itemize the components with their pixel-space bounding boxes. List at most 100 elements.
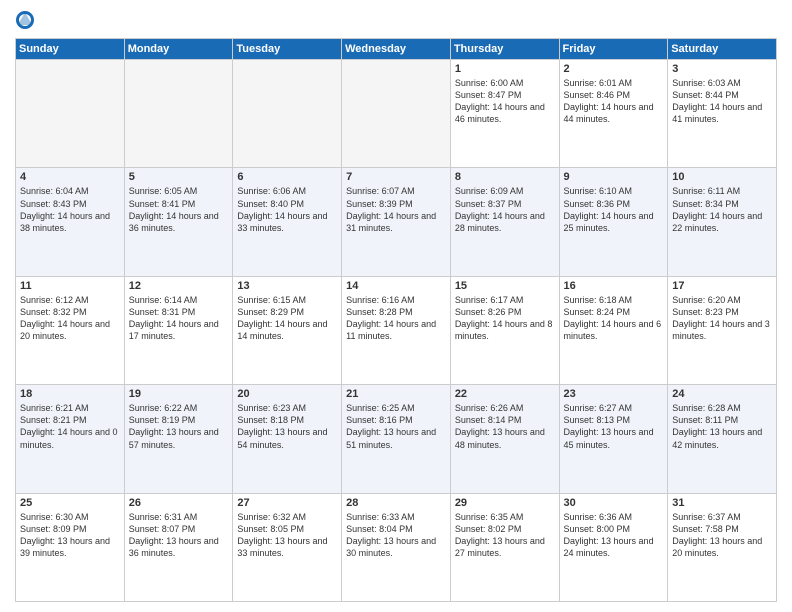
day-cell: 3 Sunrise: 6:03 AMSunset: 8:44 PMDaylight… xyxy=(668,60,777,168)
day-number: 14 xyxy=(346,280,446,292)
day-info: Sunrise: 6:37 AMSunset: 7:58 PMDaylight:… xyxy=(672,511,772,560)
day-info: Sunrise: 6:15 AMSunset: 8:29 PMDaylight:… xyxy=(237,294,337,343)
day-cell xyxy=(16,60,125,168)
day-number: 7 xyxy=(346,171,446,183)
day-cell: 18 Sunrise: 6:21 AMSunset: 8:21 PMDayligh… xyxy=(16,385,125,493)
day-number: 9 xyxy=(564,171,664,183)
day-cell: 29Sunrise: 6:35 AMSunset: 8:02 PMDayligh… xyxy=(450,493,559,601)
day-cell: 7 Sunrise: 6:07 AMSunset: 8:39 PMDaylight… xyxy=(342,168,451,276)
day-number: 2 xyxy=(564,63,664,75)
day-header-sunday: Sunday xyxy=(16,39,125,60)
day-cell: 26Sunrise: 6:31 AMSunset: 8:07 PMDayligh… xyxy=(124,493,233,601)
day-number: 3 xyxy=(672,63,772,75)
day-info: Sunrise: 6:22 AMSunset: 8:19 PMDaylight:… xyxy=(129,402,229,451)
day-number: 23 xyxy=(564,388,664,400)
day-cell: 17 Sunrise: 6:20 AMSunset: 8:23 PMDayligh… xyxy=(668,276,777,384)
page: SundayMondayTuesdayWednesdayThursdayFrid… xyxy=(0,0,792,612)
logo xyxy=(15,10,39,30)
day-cell: 21Sunrise: 6:25 AMSunset: 8:16 PMDayligh… xyxy=(342,385,451,493)
day-number: 12 xyxy=(129,280,229,292)
day-number: 1 xyxy=(455,63,555,75)
day-number: 20 xyxy=(237,388,337,400)
week-row-1: 1 Sunrise: 6:00 AMSunset: 8:47 PMDaylight… xyxy=(16,60,777,168)
day-info: Sunrise: 6:18 AMSunset: 8:24 PMDaylight:… xyxy=(564,294,664,343)
week-row-5: 25 Sunrise: 6:30 AMSunset: 8:09 PMDayligh… xyxy=(16,493,777,601)
week-row-4: 18 Sunrise: 6:21 AMSunset: 8:21 PMDayligh… xyxy=(16,385,777,493)
day-info: Sunrise: 6:30 AMSunset: 8:09 PMDaylight:… xyxy=(20,511,120,560)
day-info: Sunrise: 6:17 AMSunset: 8:26 PMDaylight:… xyxy=(455,294,555,343)
day-cell: 4 Sunrise: 6:04 AMSunset: 8:43 PMDaylight… xyxy=(16,168,125,276)
day-info: Sunrise: 6:01 AMSunset: 8:46 PMDaylight:… xyxy=(564,77,664,126)
day-number: 8 xyxy=(455,171,555,183)
day-cell: 25 Sunrise: 6:30 AMSunset: 8:09 PMDayligh… xyxy=(16,493,125,601)
day-number: 6 xyxy=(237,171,337,183)
calendar-table: SundayMondayTuesdayWednesdayThursdayFrid… xyxy=(15,38,777,602)
day-cell: 28 Sunrise: 6:33 AMSunset: 8:04 PMDayligh… xyxy=(342,493,451,601)
day-number: 18 xyxy=(20,388,120,400)
day-cell: 1 Sunrise: 6:00 AMSunset: 8:47 PMDaylight… xyxy=(450,60,559,168)
day-header-friday: Friday xyxy=(559,39,668,60)
day-number: 4 xyxy=(20,171,120,183)
day-number: 22 xyxy=(455,388,555,400)
day-cell: 30Sunrise: 6:36 AMSunset: 8:00 PMDayligh… xyxy=(559,493,668,601)
header xyxy=(15,10,777,30)
day-cell: 19 Sunrise: 6:22 AMSunset: 8:19 PMDayligh… xyxy=(124,385,233,493)
day-info: Sunrise: 6:06 AMSunset: 8:40 PMDaylight:… xyxy=(237,185,337,234)
day-cell: 9 Sunrise: 6:10 AMSunset: 8:36 PMDaylight… xyxy=(559,168,668,276)
week-row-3: 11 Sunrise: 6:12 AMSunset: 8:32 PMDayligh… xyxy=(16,276,777,384)
day-info: Sunrise: 6:12 AMSunset: 8:32 PMDaylight:… xyxy=(20,294,120,343)
day-cell: 2 Sunrise: 6:01 AMSunset: 8:46 PMDaylight… xyxy=(559,60,668,168)
day-cell: 16 Sunrise: 6:18 AMSunset: 8:24 PMDayligh… xyxy=(559,276,668,384)
day-number: 28 xyxy=(346,497,446,509)
day-info: Sunrise: 6:04 AMSunset: 8:43 PMDaylight:… xyxy=(20,185,120,234)
day-number: 11 xyxy=(20,280,120,292)
day-cell: 13 Sunrise: 6:15 AMSunset: 8:29 PMDayligh… xyxy=(233,276,342,384)
day-cell: 24Sunrise: 6:28 AMSunset: 8:11 PMDayligh… xyxy=(668,385,777,493)
day-cell: 27 Sunrise: 6:32 AMSunset: 8:05 PMDayligh… xyxy=(233,493,342,601)
day-number: 27 xyxy=(237,497,337,509)
day-cell: 20 Sunrise: 6:23 AMSunset: 8:18 PMDayligh… xyxy=(233,385,342,493)
day-number: 19 xyxy=(129,388,229,400)
day-number: 17 xyxy=(672,280,772,292)
logo-icon xyxy=(15,10,35,30)
day-info: Sunrise: 6:10 AMSunset: 8:36 PMDaylight:… xyxy=(564,185,664,234)
day-number: 25 xyxy=(20,497,120,509)
day-info: Sunrise: 6:00 AMSunset: 8:47 PMDaylight:… xyxy=(455,77,555,126)
day-info: Sunrise: 6:03 AMSunset: 8:44 PMDaylight:… xyxy=(672,77,772,126)
day-cell xyxy=(124,60,233,168)
day-number: 5 xyxy=(129,171,229,183)
day-info: Sunrise: 6:20 AMSunset: 8:23 PMDaylight:… xyxy=(672,294,772,343)
day-info: Sunrise: 6:32 AMSunset: 8:05 PMDaylight:… xyxy=(237,511,337,560)
day-info: Sunrise: 6:33 AMSunset: 8:04 PMDaylight:… xyxy=(346,511,446,560)
day-info: Sunrise: 6:07 AMSunset: 8:39 PMDaylight:… xyxy=(346,185,446,234)
day-cell: 31 Sunrise: 6:37 AMSunset: 7:58 PMDayligh… xyxy=(668,493,777,601)
day-cell: 10 Sunrise: 6:11 AMSunset: 8:34 PMDayligh… xyxy=(668,168,777,276)
day-info: Sunrise: 6:27 AMSunset: 8:13 PMDaylight:… xyxy=(564,402,664,451)
day-info: Sunrise: 6:35 AMSunset: 8:02 PMDaylight:… xyxy=(455,511,555,560)
day-info: Sunrise: 6:05 AMSunset: 8:41 PMDaylight:… xyxy=(129,185,229,234)
day-number: 13 xyxy=(237,280,337,292)
day-info: Sunrise: 6:14 AMSunset: 8:31 PMDaylight:… xyxy=(129,294,229,343)
day-cell: 12 Sunrise: 6:14 AMSunset: 8:31 PMDayligh… xyxy=(124,276,233,384)
day-info: Sunrise: 6:26 AMSunset: 8:14 PMDaylight:… xyxy=(455,402,555,451)
day-info: Sunrise: 6:09 AMSunset: 8:37 PMDaylight:… xyxy=(455,185,555,234)
day-header-saturday: Saturday xyxy=(668,39,777,60)
day-number: 31 xyxy=(672,497,772,509)
day-cell: 6 Sunrise: 6:06 AMSunset: 8:40 PMDaylight… xyxy=(233,168,342,276)
day-info: Sunrise: 6:11 AMSunset: 8:34 PMDaylight:… xyxy=(672,185,772,234)
day-info: Sunrise: 6:31 AMSunset: 8:07 PMDaylight:… xyxy=(129,511,229,560)
day-number: 15 xyxy=(455,280,555,292)
day-info: Sunrise: 6:23 AMSunset: 8:18 PMDaylight:… xyxy=(237,402,337,451)
day-number: 24 xyxy=(672,388,772,400)
day-info: Sunrise: 6:36 AMSunset: 8:00 PMDaylight:… xyxy=(564,511,664,560)
day-cell: 23 Sunrise: 6:27 AMSunset: 8:13 PMDayligh… xyxy=(559,385,668,493)
day-number: 21 xyxy=(346,388,446,400)
day-number: 16 xyxy=(564,280,664,292)
day-header-tuesday: Tuesday xyxy=(233,39,342,60)
day-cell: 14 Sunrise: 6:16 AMSunset: 8:28 PMDayligh… xyxy=(342,276,451,384)
day-info: Sunrise: 6:16 AMSunset: 8:28 PMDaylight:… xyxy=(346,294,446,343)
header-row: SundayMondayTuesdayWednesdayThursdayFrid… xyxy=(16,39,777,60)
day-cell: 8 Sunrise: 6:09 AMSunset: 8:37 PMDaylight… xyxy=(450,168,559,276)
day-number: 10 xyxy=(672,171,772,183)
day-info: Sunrise: 6:21 AMSunset: 8:21 PMDaylight:… xyxy=(20,402,120,451)
